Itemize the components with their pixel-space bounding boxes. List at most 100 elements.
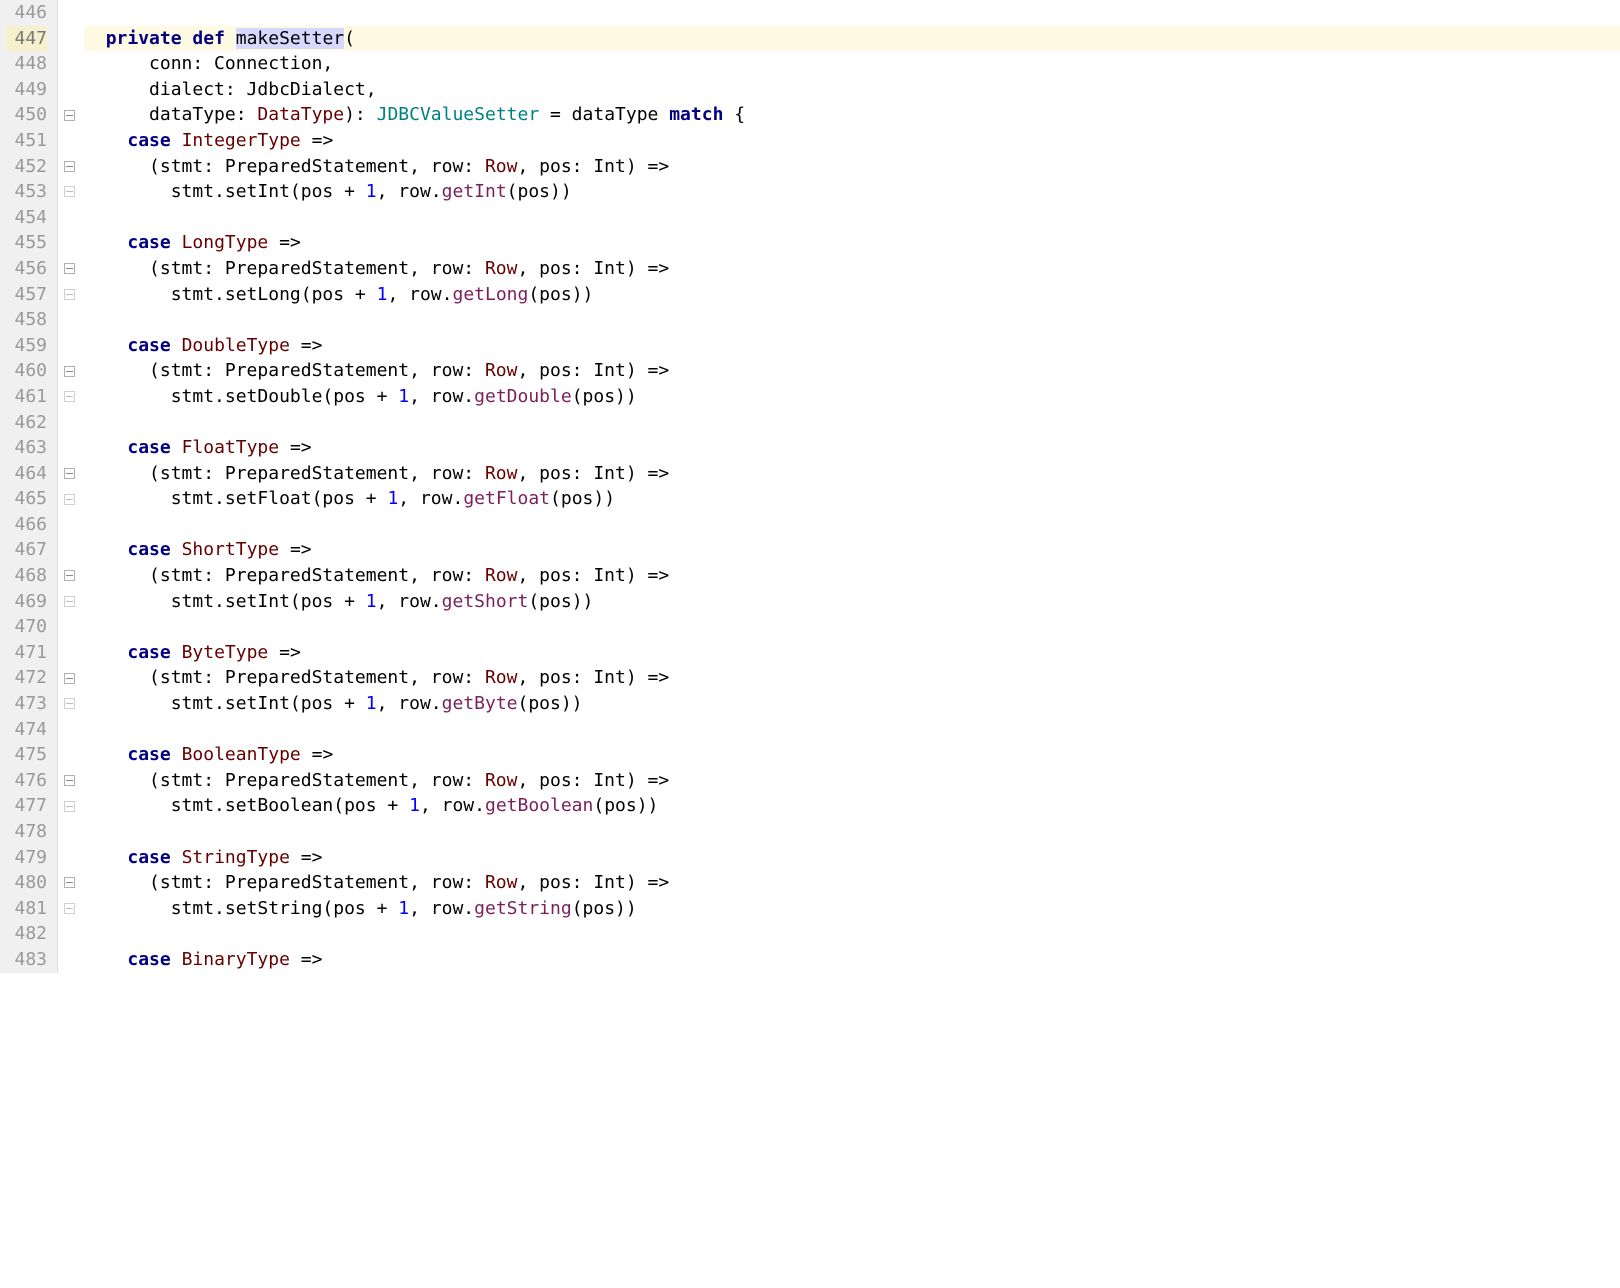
code-line[interactable]: (stmt: PreparedStatement, row: Row, pos:… (84, 768, 1620, 794)
code-token: dialect: JdbcDialect, (84, 79, 377, 100)
code-line[interactable]: (stmt: PreparedStatement, row: Row, pos:… (84, 870, 1620, 896)
line-number[interactable]: 478 (6, 819, 47, 845)
code-line[interactable]: (stmt: PreparedStatement, row: Row, pos:… (84, 358, 1620, 384)
line-number[interactable]: 451 (6, 128, 47, 154)
line-number[interactable]: 460 (6, 358, 47, 384)
line-number[interactable]: 458 (6, 307, 47, 333)
line-number[interactable]: 461 (6, 384, 47, 410)
fold-collapse-icon[interactable] (64, 110, 75, 121)
line-number[interactable]: 465 (6, 486, 47, 512)
line-number[interactable]: 466 (6, 512, 47, 538)
code-line[interactable]: (stmt: PreparedStatement, row: Row, pos:… (84, 461, 1620, 487)
code-line[interactable]: private def makeSetter( (84, 26, 1620, 52)
line-number[interactable]: 463 (6, 435, 47, 461)
line-number[interactable]: 468 (6, 563, 47, 589)
line-number[interactable]: 456 (6, 256, 47, 282)
line-number[interactable]: 467 (6, 537, 47, 563)
code-editor[interactable]: private def makeSetter( conn: Connection… (80, 0, 1620, 973)
line-number[interactable]: 477 (6, 793, 47, 819)
code-line[interactable] (84, 717, 1620, 743)
code-token: case (127, 949, 170, 970)
code-line[interactable]: case FloatType => (84, 435, 1620, 461)
line-number[interactable]: 471 (6, 640, 47, 666)
line-number[interactable]: 474 (6, 717, 47, 743)
code-line[interactable] (84, 819, 1620, 845)
line-number[interactable]: 464 (6, 461, 47, 487)
code-line[interactable]: stmt.setBoolean(pos + 1, row.getBoolean(… (84, 793, 1620, 819)
fold-end-icon[interactable] (64, 289, 75, 300)
line-number[interactable]: 453 (6, 179, 47, 205)
code-line[interactable]: case StringType => (84, 845, 1620, 871)
line-number[interactable]: 459 (6, 333, 47, 359)
code-line[interactable]: stmt.setDouble(pos + 1, row.getDouble(po… (84, 384, 1620, 410)
code-line[interactable]: case ByteType => (84, 640, 1620, 666)
code-line[interactable]: conn: Connection, (84, 51, 1620, 77)
fold-end-icon[interactable] (64, 596, 75, 607)
line-number[interactable]: 455 (6, 230, 47, 256)
code-line[interactable]: stmt.setLong(pos + 1, row.getLong(pos)) (84, 282, 1620, 308)
code-token: Row (485, 770, 518, 791)
fold-collapse-icon[interactable] (64, 161, 75, 172)
code-line[interactable]: (stmt: PreparedStatement, row: Row, pos:… (84, 256, 1620, 282)
line-number[interactable]: 448 (6, 51, 47, 77)
code-line[interactable] (84, 0, 1620, 26)
fold-end-icon[interactable] (64, 903, 75, 914)
code-line[interactable]: stmt.setInt(pos + 1, row.getInt(pos)) (84, 179, 1620, 205)
fold-collapse-icon[interactable] (64, 366, 75, 377)
line-number-gutter: 4464474484494504514524534544554564574584… (0, 0, 58, 973)
code-line[interactable]: (stmt: PreparedStatement, row: Row, pos:… (84, 563, 1620, 589)
line-number[interactable]: 457 (6, 282, 47, 308)
code-line[interactable]: stmt.setInt(pos + 1, row.getShort(pos)) (84, 589, 1620, 615)
line-number[interactable]: 449 (6, 77, 47, 103)
code-line[interactable]: case DoubleType => (84, 333, 1620, 359)
line-number[interactable]: 454 (6, 205, 47, 231)
fold-collapse-icon[interactable] (64, 877, 75, 888)
line-number[interactable]: 462 (6, 410, 47, 436)
fold-collapse-icon[interactable] (64, 570, 75, 581)
line-number[interactable]: 450 (6, 102, 47, 128)
fold-collapse-icon[interactable] (64, 263, 75, 274)
code-line[interactable]: dataType: DataType): JDBCValueSetter = d… (84, 102, 1620, 128)
line-number[interactable]: 447 (6, 26, 47, 52)
line-number[interactable]: 475 (6, 742, 47, 768)
code-line[interactable]: dialect: JdbcDialect, (84, 77, 1620, 103)
line-number[interactable]: 481 (6, 896, 47, 922)
fold-collapse-icon[interactable] (64, 775, 75, 786)
fold-end-icon[interactable] (64, 391, 75, 402)
line-number[interactable]: 446 (6, 0, 47, 26)
line-number[interactable]: 480 (6, 870, 47, 896)
code-token (84, 539, 127, 560)
fold-end-icon[interactable] (64, 801, 75, 812)
code-line[interactable]: case IntegerType => (84, 128, 1620, 154)
code-line[interactable] (84, 512, 1620, 538)
line-number[interactable]: 479 (6, 845, 47, 871)
line-number[interactable]: 470 (6, 614, 47, 640)
code-line[interactable] (84, 921, 1620, 947)
fold-collapse-icon[interactable] (64, 468, 75, 479)
code-line[interactable]: case BooleanType => (84, 742, 1620, 768)
code-line[interactable]: case LongType => (84, 230, 1620, 256)
code-line[interactable]: case ShortType => (84, 537, 1620, 563)
fold-end-icon[interactable] (64, 494, 75, 505)
code-line[interactable]: case BinaryType => (84, 947, 1620, 973)
fold-end-icon[interactable] (64, 186, 75, 197)
code-line[interactable] (84, 410, 1620, 436)
code-line[interactable]: stmt.setInt(pos + 1, row.getByte(pos)) (84, 691, 1620, 717)
line-number[interactable]: 476 (6, 768, 47, 794)
line-number[interactable]: 452 (6, 154, 47, 180)
code-line[interactable] (84, 614, 1620, 640)
code-line[interactable]: (stmt: PreparedStatement, row: Row, pos:… (84, 665, 1620, 691)
code-line[interactable]: stmt.setFloat(pos + 1, row.getFloat(pos)… (84, 486, 1620, 512)
code-line[interactable] (84, 205, 1620, 231)
line-number[interactable]: 483 (6, 947, 47, 973)
fold-collapse-icon[interactable] (64, 673, 75, 684)
line-number[interactable]: 473 (6, 691, 47, 717)
line-number[interactable]: 482 (6, 921, 47, 947)
code-line[interactable]: (stmt: PreparedStatement, row: Row, pos:… (84, 154, 1620, 180)
code-line[interactable]: stmt.setString(pos + 1, row.getString(po… (84, 896, 1620, 922)
line-number[interactable]: 472 (6, 665, 47, 691)
fold-end-icon[interactable] (64, 698, 75, 709)
code-line[interactable] (84, 307, 1620, 333)
line-number[interactable]: 469 (6, 589, 47, 615)
fold-cell (58, 665, 80, 691)
